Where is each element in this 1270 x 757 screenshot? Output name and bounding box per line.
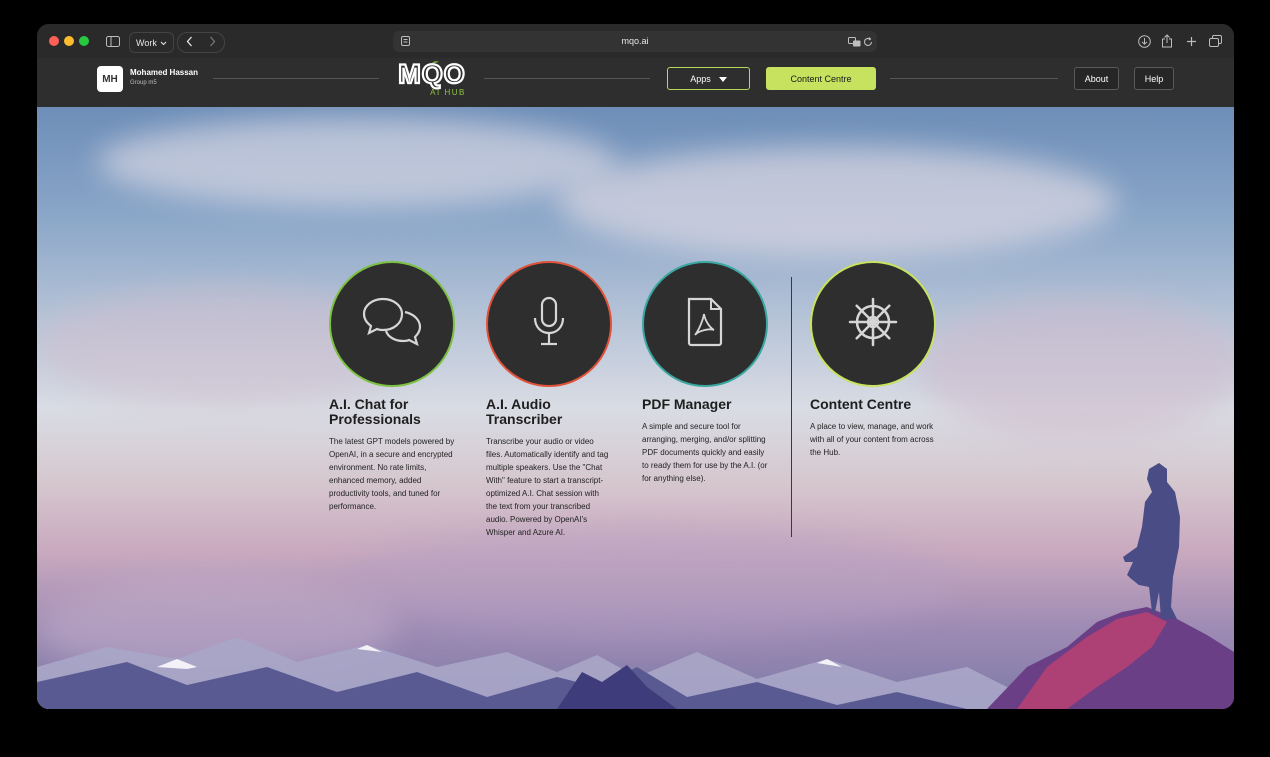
zoom-window-button[interactable] [79, 36, 89, 46]
header-divider [890, 78, 1058, 79]
caret-down-icon [718, 74, 727, 84]
tab-overview-icon[interactable] [1206, 31, 1224, 51]
app-card-title: A.I. Audio Transcriber [486, 396, 563, 427]
ship-wheel-icon [848, 297, 898, 352]
tab-group-label: Work [136, 37, 157, 48]
translate-icon[interactable] [847, 34, 861, 49]
avatar[interactable]: MH [97, 66, 123, 92]
app-card-audio-transcriber[interactable]: A.I. Audio Transcriber Transcribe your a… [486, 261, 618, 539]
app-card-icon-circle[interactable] [642, 261, 768, 387]
app-card-icon-circle[interactable] [329, 261, 455, 387]
app-card-title: Content Centre [810, 396, 912, 412]
user-group: Group m5 [130, 80, 157, 86]
app-card-icon-circle[interactable] [486, 261, 612, 387]
back-arrow-icon[interactable] [186, 34, 193, 52]
tab-group-selector[interactable]: Work [129, 32, 174, 53]
card-divider [791, 277, 792, 537]
user-name: Mohamed Hassan [130, 68, 199, 77]
apps-label: Apps [690, 73, 711, 84]
app-card-icon-circle[interactable] [810, 261, 936, 387]
app-card-description: A place to view, manage, and work with a… [810, 422, 934, 457]
app-card-title: A.I. Chat for Professionals [329, 396, 421, 427]
browser-window: Work mqo.ai MH Mohamed Hassan Group m5 M… [37, 24, 1234, 709]
share-icon[interactable] [1158, 31, 1176, 51]
app-card-description: The latest GPT models powered by OpenAI,… [329, 437, 455, 511]
pdf-file-icon [685, 297, 725, 352]
hero-section: A.I. Chat for Professionals The latest G… [37, 107, 1234, 709]
microphone-icon [531, 296, 567, 353]
mountain-landscape-illustration [37, 463, 1234, 709]
close-window-button[interactable] [49, 36, 59, 46]
app-card-pdf-manager[interactable]: PDF Manager A simple and secure tool for… [642, 261, 774, 485]
app-card-description: Transcribe your audio or video files. Au… [486, 437, 609, 537]
chevron-down-icon [160, 38, 167, 48]
browser-toolbar: Work mqo.ai [37, 24, 1234, 59]
logo-text: MQO [398, 60, 466, 89]
content-centre-button[interactable]: Content Centre [766, 67, 876, 90]
app-card-title: PDF Manager [642, 396, 732, 412]
app-card-content-centre[interactable]: Content Centre A place to view, manage, … [810, 261, 942, 459]
sidebar-toggle-icon[interactable] [103, 31, 123, 51]
header-divider [484, 78, 650, 79]
url-text: mqo.ai [621, 36, 649, 46]
address-bar[interactable]: mqo.ai [393, 31, 877, 52]
downloads-icon[interactable] [1135, 31, 1153, 51]
history-navigation [177, 32, 225, 53]
chat-bubbles-icon [361, 296, 423, 353]
help-button[interactable]: Help [1134, 67, 1174, 90]
forward-arrow-icon[interactable] [209, 34, 216, 52]
site-logo[interactable]: MQO AI HUB [392, 58, 472, 98]
app-card-ai-chat[interactable]: A.I. Chat for Professionals The latest G… [329, 261, 461, 513]
about-button[interactable]: About [1074, 67, 1119, 90]
apps-dropdown-button[interactable]: Apps [667, 67, 750, 90]
site-header: MH Mohamed Hassan Group m5 MQO AI HUB Ap… [37, 58, 1234, 107]
reload-icon[interactable] [861, 34, 875, 49]
header-divider [213, 78, 379, 79]
logo-subtitle: AI HUB [430, 88, 466, 97]
minimize-window-button[interactable] [64, 36, 74, 46]
app-card-description: A simple and secure tool for arranging, … [642, 422, 768, 483]
new-tab-icon[interactable] [1182, 31, 1200, 51]
